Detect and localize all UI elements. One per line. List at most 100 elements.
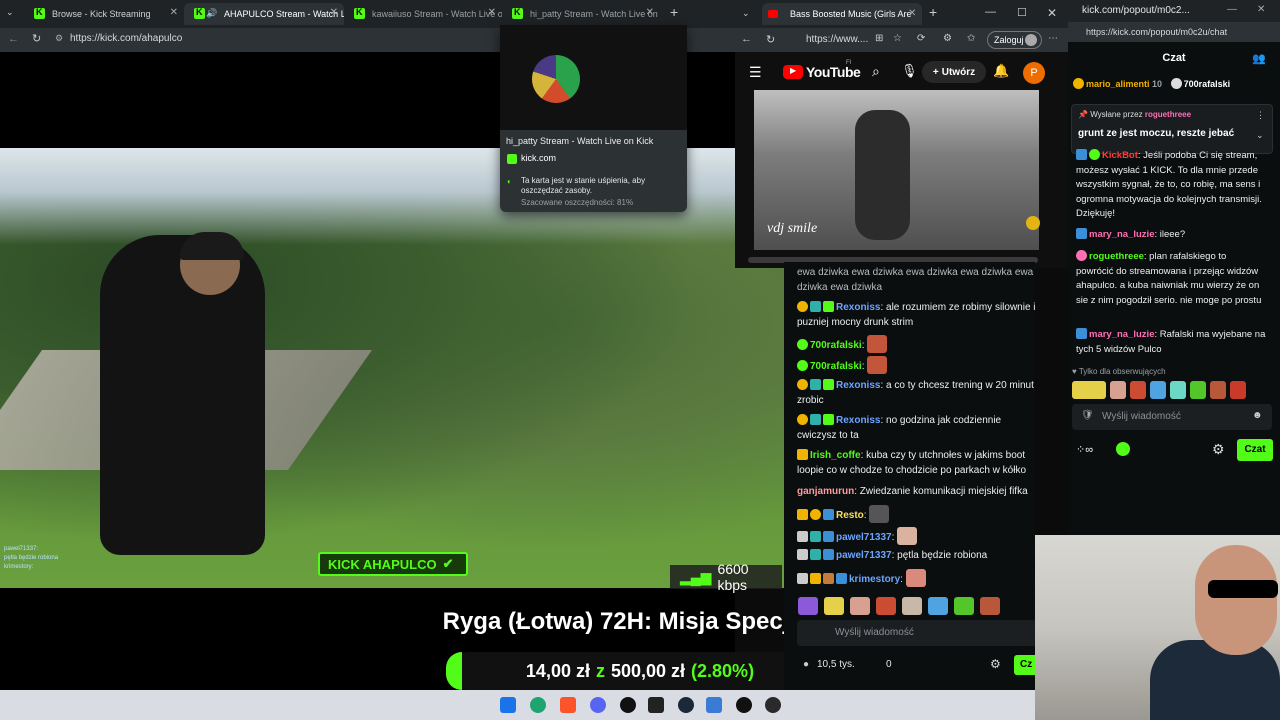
emote-icon[interactable] xyxy=(1072,381,1106,399)
hamburger-menu-icon[interactable]: ☰ xyxy=(749,64,762,81)
microphone-icon[interactable]: 🎙 xyxy=(901,63,918,79)
emote-icon[interactable] xyxy=(1130,381,1146,399)
chat-message: mary_na_luzie: ileee? xyxy=(1076,228,1266,243)
youtube-favicon-icon xyxy=(768,10,778,18)
badge-icon xyxy=(797,549,808,560)
points-icon[interactable]: ⁘∞ xyxy=(1076,443,1093,456)
minimize-icon[interactable]: — xyxy=(1227,4,1237,15)
tab-youtube[interactable]: Bass Boosted Music (Girls Are xyxy=(762,3,922,25)
tab-ahapulco[interactable]: 🔊AHAPULCO Stream - Watch Li✕ xyxy=(184,3,344,25)
close-icon[interactable]: ✕ xyxy=(170,7,178,18)
youtube-url[interactable]: https://www.... xyxy=(806,34,868,45)
emote-icon[interactable] xyxy=(1150,381,1166,399)
refresh-settings-icon[interactable]: ⚙ xyxy=(943,33,952,44)
steam-icon[interactable] xyxy=(678,697,694,713)
signal-bars-icon: ▂▄▆ xyxy=(680,568,712,585)
crown-badge-icon xyxy=(810,573,821,584)
emote-icon[interactable] xyxy=(928,597,948,615)
chevron-down-icon[interactable]: ⌄ xyxy=(1256,130,1264,141)
brave-browser-icon[interactable] xyxy=(560,697,576,713)
users-icon[interactable]: 👥 xyxy=(1252,52,1266,65)
app-install-icon[interactable]: ⊞ xyxy=(875,33,883,44)
emote-icon[interactable] xyxy=(902,597,922,615)
heart-icon: ♥ xyxy=(1072,367,1077,376)
emote-icon[interactable] xyxy=(1230,381,1246,399)
close-icon[interactable]: ✕ xyxy=(330,7,338,18)
login-button[interactable]: Zaloguj xyxy=(987,31,1042,49)
back-arrow-icon[interactable]: ← xyxy=(741,33,752,45)
favorites-icon[interactable]: ✩ xyxy=(967,33,975,44)
badge-icon xyxy=(797,573,808,584)
emote-bar xyxy=(1072,381,1272,399)
emote-icon[interactable] xyxy=(954,597,974,615)
close-icon[interactable]: ✕ xyxy=(646,7,654,18)
avatar[interactable]: P xyxy=(1023,62,1045,84)
pinned-text: grunt ze jest moczu, reszte jebać xyxy=(1078,128,1235,139)
app-icon[interactable] xyxy=(706,697,722,713)
viewers-icon: ● xyxy=(803,659,810,670)
site-info-icon[interactable]: ⚙ xyxy=(55,33,63,44)
close-icon[interactable]: ✕ xyxy=(908,8,916,19)
favorite-star-icon[interactable]: ☆ xyxy=(893,33,902,44)
settings-gear-icon[interactable]: ⚙ xyxy=(1212,441,1225,458)
search-icon[interactable]: ⌕ xyxy=(872,63,880,80)
tab-kawaiiuso[interactable]: kawaiiuso Stream - Watch Live on✕ xyxy=(344,3,502,25)
new-tab-plus-icon[interactable]: + xyxy=(670,4,678,20)
emote-icon[interactable] xyxy=(850,597,870,615)
chat-message: Rexoniss: no godzina jak codziennie cwic… xyxy=(797,414,1002,441)
preview-thumbnail-pie xyxy=(532,55,580,103)
epic-games-icon[interactable] xyxy=(648,697,664,713)
gift-badge-icon xyxy=(1170,78,1182,89)
chat-input[interactable]: Wyślij wiadomość xyxy=(797,620,1037,646)
chat-send-button[interactable]: Czat xyxy=(1237,439,1273,461)
tab-hi-patty[interactable]: hi_patty Stream - Watch Live on K✕ xyxy=(502,3,660,25)
chat-message: 700rafalski: xyxy=(797,356,1042,374)
emote-icon[interactable] xyxy=(824,597,844,615)
tab-list-chevron-icon[interactable]: ⌄ xyxy=(742,8,750,19)
app-icon[interactable] xyxy=(736,697,752,713)
more-options-icon[interactable]: ⋮ xyxy=(1256,110,1265,121)
chat-title: Czat xyxy=(1162,52,1186,64)
edge-browser-icon[interactable] xyxy=(530,697,546,713)
emote-icon[interactable] xyxy=(798,597,818,615)
emote-icon[interactable] xyxy=(1210,381,1226,399)
emote-icon[interactable] xyxy=(1110,381,1126,399)
stream-overlay-chat: pawel71337: pętla będzie robiona krimesto… xyxy=(4,546,59,570)
create-button[interactable]: + Utwórz xyxy=(922,61,986,83)
popout-url[interactable]: https://kick.com/popout/m0c2u/chat xyxy=(1068,22,1280,42)
reload-icon[interactable]: ↻ xyxy=(32,32,41,45)
minimize-icon[interactable]: — xyxy=(985,6,996,18)
app-icon[interactable] xyxy=(765,697,781,713)
speaker-icon[interactable]: 🔊 xyxy=(206,8,217,19)
emoji-icon[interactable]: ☻ xyxy=(1252,410,1263,421)
windows-start-icon[interactable] xyxy=(500,697,516,713)
reload-icon[interactable]: ↻ xyxy=(766,33,775,46)
maximize-icon[interactable]: ☐ xyxy=(1017,6,1027,19)
kick-coin-icon[interactable] xyxy=(1116,442,1130,456)
youtube-logo-text[interactable]: YouTube xyxy=(806,64,861,80)
emote-icon[interactable] xyxy=(876,597,896,615)
emote-icon[interactable] xyxy=(980,597,1000,615)
settings-gear-icon[interactable]: ⚙ xyxy=(990,657,1001,671)
app-icon[interactable] xyxy=(620,697,636,713)
extensions-icon[interactable]: ⟳ xyxy=(917,33,925,44)
emote-icon[interactable] xyxy=(1190,381,1206,399)
url-text[interactable]: https://kick.com/ahapulco xyxy=(70,33,182,44)
tab-list-chevron-icon[interactable]: ⌄ xyxy=(6,7,14,18)
chat-input[interactable]: Wyślij wiadomość xyxy=(1072,404,1272,430)
back-arrow-icon[interactable]: ← xyxy=(8,33,19,45)
badge-icon xyxy=(836,573,847,584)
tab-browse-kick[interactable]: Browse - Kick Streaming✕ xyxy=(24,3,184,25)
emote-icon[interactable] xyxy=(1170,381,1186,399)
streamer-figure xyxy=(100,235,265,555)
close-icon[interactable]: ✕ xyxy=(488,7,496,18)
discord-icon[interactable] xyxy=(590,697,606,713)
chat-send-button[interactable]: Cz xyxy=(1014,655,1036,675)
new-tab-plus-icon[interactable]: + xyxy=(929,4,937,20)
more-menu-icon[interactable]: ⋯ xyxy=(1048,33,1058,44)
window-close-icon[interactable]: ✕ xyxy=(1047,6,1057,20)
notifications-bell-icon[interactable]: 🔔 xyxy=(993,63,1009,79)
badge-icon xyxy=(810,509,821,520)
window-close-icon[interactable]: ✕ xyxy=(1257,4,1265,15)
chat-message: Rexoniss: ale rozumiem ze robimy silowni… xyxy=(797,301,1036,328)
